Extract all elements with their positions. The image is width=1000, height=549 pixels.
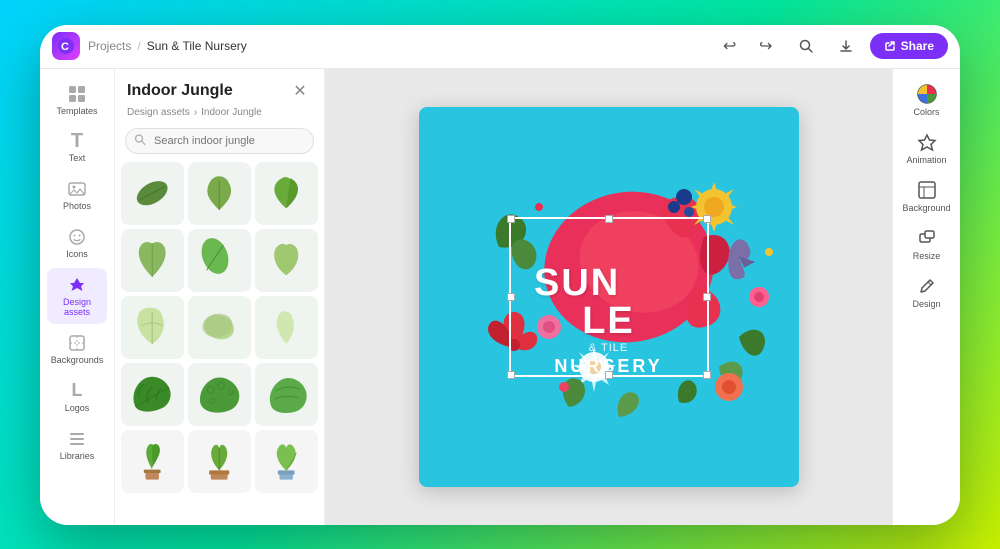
- canvas-area: SUN LE & TILE NURSERY: [325, 69, 892, 525]
- asset-item[interactable]: [188, 430, 251, 493]
- download-button[interactable]: [830, 30, 862, 62]
- breadcrumb: Projects / Sun & Tile Nursery: [88, 39, 247, 53]
- asset-item[interactable]: [188, 363, 251, 426]
- selection-handle-bl[interactable]: [507, 371, 515, 379]
- logos-icon: L: [66, 380, 88, 402]
- selection-handle-lm[interactable]: [507, 293, 515, 301]
- asset-item[interactable]: [188, 162, 251, 225]
- share-label: Share: [901, 39, 934, 53]
- tablet-frame: C Projects / Sun & Tile Nursery ↩ ↪: [40, 25, 960, 525]
- icons-icon: [66, 226, 88, 248]
- asset-item[interactable]: [121, 162, 184, 225]
- right-sidebar-item-background[interactable]: Background: [898, 173, 956, 219]
- text-label: Text: [69, 154, 86, 164]
- logos-label: Logos: [65, 404, 90, 414]
- sidebar-item-libraries[interactable]: Libraries: [47, 422, 107, 468]
- photos-icon: [66, 178, 88, 200]
- asset-item[interactable]: [121, 363, 184, 426]
- asset-item[interactable]: [188, 296, 251, 359]
- backgrounds-icon: [66, 332, 88, 354]
- asset-item[interactable]: [255, 229, 318, 292]
- selection-handle-tl[interactable]: [507, 215, 515, 223]
- panel-close-button[interactable]: ✕: [288, 79, 312, 103]
- left-sidebar: Templates T Text Photos: [40, 69, 115, 525]
- panel-breadcrumb-current: Indoor Jungle: [201, 107, 262, 118]
- redo-button[interactable]: ↪: [750, 30, 782, 62]
- asset-item[interactable]: [121, 430, 184, 493]
- asset-item[interactable]: [121, 229, 184, 292]
- asset-item[interactable]: [188, 229, 251, 292]
- asset-item[interactable]: [255, 296, 318, 359]
- right-sidebar: Colors Animation Backg: [892, 69, 960, 525]
- panel-search: [125, 128, 314, 154]
- animation-icon: [916, 131, 938, 153]
- background-icon: [916, 179, 938, 201]
- colors-label: Colors: [913, 107, 939, 117]
- selection-box: [509, 217, 709, 377]
- canvas-design: SUN LE & TILE NURSERY: [419, 107, 799, 487]
- selection-handle-rm[interactable]: [703, 293, 711, 301]
- icons-label: Icons: [66, 250, 88, 260]
- design-assets-label: Design assets: [51, 298, 103, 318]
- sidebar-item-templates[interactable]: Templates: [47, 77, 107, 123]
- sidebar-item-icons[interactable]: Icons: [47, 220, 107, 266]
- asset-item[interactable]: [121, 296, 184, 359]
- assets-panel: Indoor Jungle ✕ Design assets › Indoor J…: [115, 69, 325, 525]
- right-sidebar-item-design[interactable]: Design: [898, 269, 956, 315]
- libraries-icon: [66, 428, 88, 450]
- panel-breadcrumb-sep: ›: [194, 107, 197, 118]
- design-icon: [916, 275, 938, 297]
- selection-handle-bm[interactable]: [605, 371, 613, 379]
- background-label: Background: [902, 203, 950, 213]
- search-button[interactable]: [790, 30, 822, 62]
- panel-search-icon: [134, 133, 146, 148]
- panel-search-input[interactable]: [125, 128, 314, 154]
- sidebar-item-backgrounds[interactable]: Backgrounds: [47, 326, 107, 372]
- share-button[interactable]: Share: [870, 33, 948, 59]
- asset-grid: [115, 162, 324, 525]
- panel-breadcrumb-design-assets: Design assets: [127, 107, 190, 118]
- selection-handle-tm[interactable]: [605, 215, 613, 223]
- right-sidebar-item-resize[interactable]: Resize: [898, 221, 956, 267]
- panel-title: Indoor Jungle: [127, 82, 233, 100]
- sidebar-item-text[interactable]: T Text: [47, 124, 107, 170]
- templates-icon: [66, 83, 88, 105]
- animation-label: Animation: [906, 155, 946, 165]
- top-bar: C Projects / Sun & Tile Nursery ↩ ↪: [40, 25, 960, 69]
- design-assets-icon: [66, 274, 88, 296]
- undo-button[interactable]: ↩: [714, 30, 746, 62]
- breadcrumb-current: Sun & Tile Nursery: [147, 39, 247, 53]
- sidebar-item-photos[interactable]: Photos: [47, 172, 107, 218]
- backgrounds-label: Backgrounds: [51, 356, 104, 366]
- right-sidebar-item-animation[interactable]: Animation: [898, 125, 956, 171]
- selection-handle-tr[interactable]: [703, 215, 711, 223]
- sidebar-item-logos[interactable]: L Logos: [47, 374, 107, 420]
- photos-label: Photos: [63, 202, 91, 212]
- right-sidebar-item-colors[interactable]: Colors: [898, 77, 956, 123]
- templates-label: Templates: [56, 107, 97, 117]
- breadcrumb-separator: /: [137, 39, 140, 53]
- colors-icon: [916, 83, 938, 105]
- asset-item[interactable]: [255, 162, 318, 225]
- main-content: Templates T Text Photos: [40, 69, 960, 525]
- panel-header: Indoor Jungle ✕: [115, 69, 324, 107]
- app-logo: C: [52, 32, 80, 60]
- undo-redo-group: ↩ ↪: [714, 30, 782, 62]
- svg-text:C: C: [61, 41, 69, 53]
- breadcrumb-projects[interactable]: Projects: [88, 39, 131, 53]
- libraries-label: Libraries: [60, 452, 95, 462]
- design-label: Design: [912, 299, 940, 309]
- resize-icon: [916, 227, 938, 249]
- sidebar-item-design-assets[interactable]: Design assets: [47, 268, 107, 324]
- text-icon: T: [66, 130, 88, 152]
- panel-breadcrumb: Design assets › Indoor Jungle: [115, 107, 324, 124]
- resize-label: Resize: [913, 251, 941, 261]
- asset-item[interactable]: [255, 363, 318, 426]
- asset-item[interactable]: [255, 430, 318, 493]
- selection-handle-br[interactable]: [703, 371, 711, 379]
